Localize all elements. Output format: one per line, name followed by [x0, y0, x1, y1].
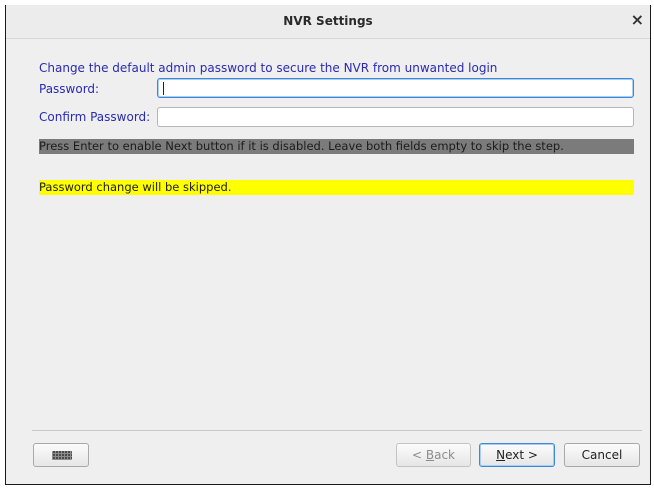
keyboard-button[interactable] [33, 443, 89, 467]
password-label: Password: [39, 82, 100, 96]
close-icon[interactable]: × [631, 12, 644, 28]
text-caret [163, 82, 164, 95]
next-button[interactable]: Next > [479, 443, 555, 467]
confirm-password-input[interactable] [157, 107, 634, 127]
password-input[interactable] [157, 78, 634, 98]
footer-divider [32, 430, 642, 431]
hint-message: Press Enter to enable Next button if it … [39, 139, 634, 154]
title-bar: NVR Settings × [6, 5, 650, 39]
back-button[interactable]: < Back [396, 443, 471, 467]
status-message: Password change will be skipped. [39, 180, 634, 195]
nvr-settings-dialog: NVR Settings × Change the default admin … [5, 5, 651, 485]
cancel-button[interactable]: Cancel [564, 443, 640, 467]
dialog-title: NVR Settings [283, 14, 373, 28]
instruction-heading: Change the default admin password to sec… [39, 61, 498, 75]
keyboard-icon [52, 451, 72, 460]
confirm-password-label: Confirm Password: [39, 110, 151, 124]
